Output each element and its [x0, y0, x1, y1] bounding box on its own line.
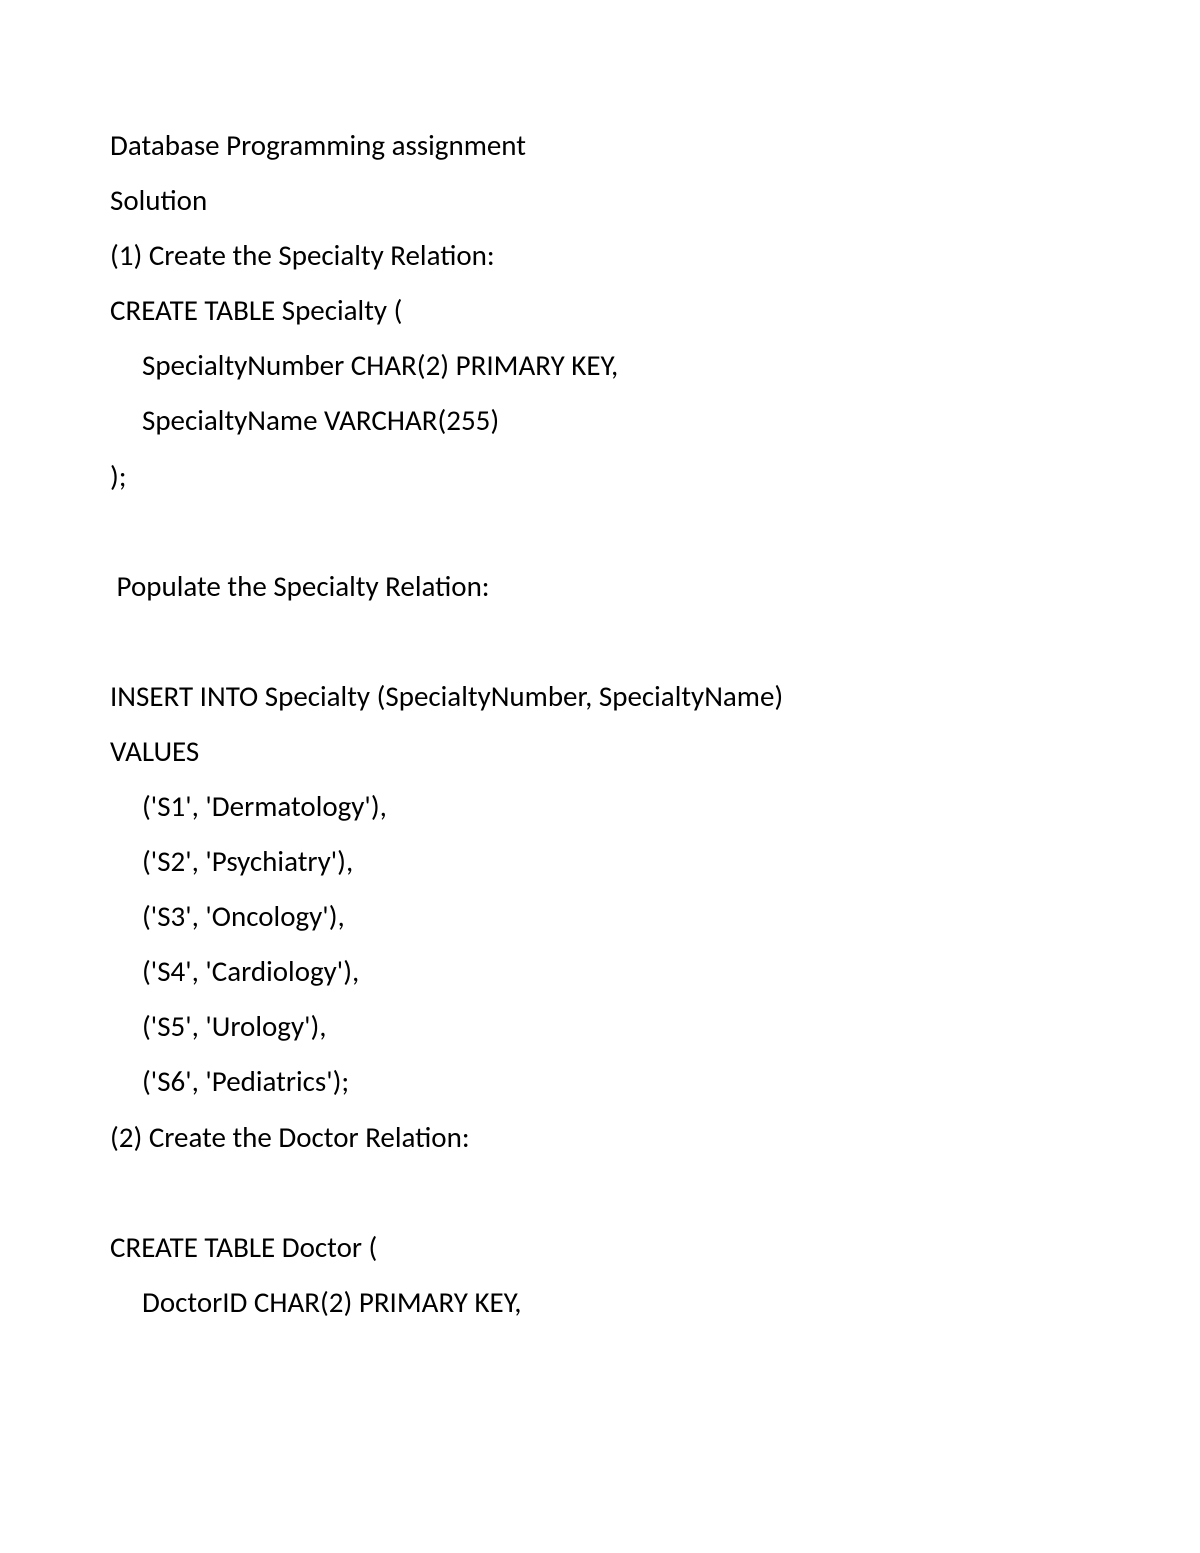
text-line: ('S6', 'Pediatrics'); — [110, 1054, 1090, 1109]
text-line: DoctorID CHAR(2) PRIMARY KEY, — [110, 1275, 1090, 1330]
text-line: SpecialtyName VARCHAR(255) — [110, 393, 1090, 448]
text-line: VALUES — [110, 724, 1090, 779]
blank-line — [110, 1165, 1090, 1220]
text-line: ('S5', 'Urology'), — [110, 999, 1090, 1054]
text-line: SpecialtyNumber CHAR(2) PRIMARY KEY, — [110, 338, 1090, 393]
text-line: ('S3', 'Oncology'), — [110, 889, 1090, 944]
text-line: CREATE TABLE Specialty ( — [110, 283, 1090, 338]
blank-line — [110, 614, 1090, 669]
text-line: (1) Create the Specialty Relation: — [110, 228, 1090, 283]
text-line: ('S1', 'Dermatology'), — [110, 779, 1090, 834]
text-line: CREATE TABLE Doctor ( — [110, 1220, 1090, 1275]
text-line: Solution — [110, 173, 1090, 228]
text-line: ('S2', 'Psychiatry'), — [110, 834, 1090, 889]
text-line: Populate the Specialty Relation: — [110, 559, 1090, 614]
text-line: ); — [110, 449, 1090, 504]
text-line: ('S4', 'Cardiology'), — [110, 944, 1090, 999]
document-body: Database Programming assignmentSolution(… — [110, 118, 1090, 1330]
text-line: INSERT INTO Specialty (SpecialtyNumber, … — [110, 669, 1090, 724]
text-line: (2) Create the Doctor Relation: — [110, 1110, 1090, 1165]
blank-line — [110, 504, 1090, 559]
text-line: Database Programming assignment — [110, 118, 1090, 173]
